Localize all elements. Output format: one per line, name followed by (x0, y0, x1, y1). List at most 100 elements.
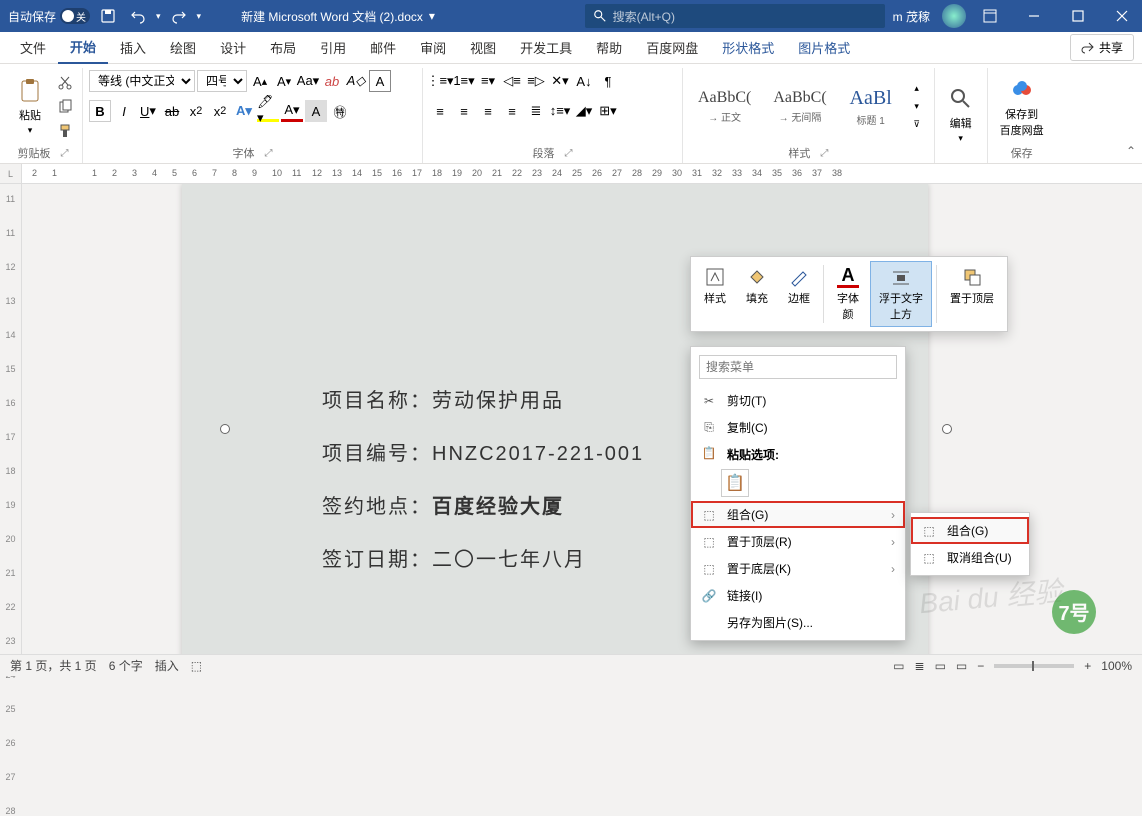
ctx-save-as-pic[interactable]: 另存为图片(S)... (691, 609, 905, 636)
tab-selector[interactable]: L (0, 164, 22, 183)
clear-format-button[interactable]: A◇ (345, 70, 367, 92)
tab-dev[interactable]: 开发工具 (508, 32, 584, 63)
tab-draw[interactable]: 绘图 (158, 32, 208, 63)
context-search[interactable] (699, 355, 897, 379)
enclose-char-button[interactable]: ㊕ (329, 100, 351, 122)
undo-dropdown-icon[interactable]: ▾ (156, 11, 161, 22)
ctx-cut[interactable]: ✂剪切(T) (691, 387, 905, 414)
tab-mailings[interactable]: 邮件 (358, 32, 408, 63)
ctx-group[interactable]: ⬚组合(G)› (691, 501, 905, 528)
view-read-button[interactable]: ≣ (915, 659, 925, 673)
numbering-button[interactable]: 1≡▾ (453, 70, 475, 92)
text-effects-button[interactable]: A▾ (233, 100, 255, 122)
increase-indent-button[interactable]: ≡▷ (525, 70, 547, 92)
minimize-button[interactable] (1014, 0, 1054, 32)
styles-launcher-icon[interactable]: ⤢ (820, 148, 828, 159)
view-focus-button[interactable]: ▭ (893, 659, 904, 673)
share-button[interactable]: 共享 (1070, 34, 1134, 61)
decrease-indent-button[interactable]: ◁≡ (501, 70, 523, 92)
editing-button[interactable]: 编辑 ▾ (941, 81, 981, 148)
mini-fill-button[interactable]: 填充 (737, 261, 777, 327)
strikethrough-button[interactable]: ab (161, 100, 183, 122)
mini-outline-button[interactable]: 边框 (779, 261, 819, 327)
view-print-button[interactable]: ▭ (935, 659, 946, 673)
align-left-button[interactable]: ≡ (429, 100, 451, 122)
mini-wrap-button[interactable]: 浮于文字 上方 (870, 261, 932, 327)
styles-down-icon[interactable]: ▾ (906, 99, 928, 115)
vertical-ruler[interactable]: 11111213141516171819202122232425262728 (0, 184, 22, 662)
submenu-group[interactable]: ⬚组合(G) (911, 517, 1029, 544)
show-marks-button[interactable]: ¶ (597, 70, 619, 92)
bold-button[interactable]: B (89, 100, 111, 122)
tab-baidu[interactable]: 百度网盘 (634, 32, 710, 63)
borders-button[interactable]: ⊞▾ (597, 100, 619, 122)
shading-button[interactable]: ◢▾ (573, 100, 595, 122)
zoom-in-button[interactable]: + (1084, 659, 1091, 673)
tab-insert[interactable]: 插入 (108, 32, 158, 63)
justify-button[interactable]: ≡ (501, 100, 523, 122)
phonetic-guide-button[interactable]: ab (321, 70, 343, 92)
tab-view[interactable]: 视图 (458, 32, 508, 63)
decrease-font-button[interactable]: A▾ (273, 70, 295, 92)
sort-button[interactable]: A↓ (573, 70, 595, 92)
ribbon-mode-button[interactable] (970, 0, 1010, 32)
ctx-copy[interactable]: ⎘复制(C) (691, 414, 905, 441)
redo-icon[interactable] (167, 4, 191, 28)
tab-references[interactable]: 引用 (308, 32, 358, 63)
selection-handle-left[interactable] (220, 424, 230, 434)
font-family-select[interactable]: 等线 (中文正文) (89, 70, 195, 92)
autosave-toggle[interactable]: 自动保存 关 (8, 8, 90, 25)
ctx-paste-option[interactable]: 📋 (721, 469, 749, 497)
mini-font-color-button[interactable]: A字体 颜 (828, 261, 868, 327)
tab-layout[interactable]: 布局 (258, 32, 308, 63)
bullets-button[interactable]: ⋮≡▾ (429, 70, 451, 92)
view-web-button[interactable]: ▭ (956, 659, 967, 673)
char-border-button[interactable]: A (369, 70, 391, 92)
search-box[interactable]: 搜索(Alt+Q) (585, 4, 885, 28)
context-search-input[interactable] (699, 355, 897, 379)
horizontal-ruler[interactable]: 2112345678910111213141516171819202122232… (22, 164, 1142, 183)
paste-button[interactable]: 粘贴 ▾ (10, 73, 50, 140)
style-normal[interactable]: AaBbC( → 正文 (689, 82, 760, 131)
tab-review[interactable]: 审阅 (408, 32, 458, 63)
superscript-button[interactable]: x2 (209, 100, 231, 122)
tab-shape-format[interactable]: 形状格式 (710, 32, 786, 63)
cut-button[interactable] (54, 72, 76, 94)
document-title[interactable]: 新建 Microsoft Word 文档 (2).docx (241, 8, 423, 25)
font-launcher-icon[interactable]: ⤢ (265, 148, 273, 159)
style-nospacing[interactable]: AaBbC( → 无间隔 (764, 82, 835, 131)
maximize-button[interactable] (1058, 0, 1098, 32)
styles-more-icon[interactable]: ⊽ (906, 117, 928, 133)
undo-icon[interactable] (126, 4, 150, 28)
styles-up-icon[interactable]: ▴ (906, 81, 928, 97)
title-dropdown-icon[interactable]: ▾ (429, 9, 435, 23)
user-name[interactable]: m 茂稼 (885, 8, 938, 25)
highlight-button[interactable]: 🖊▾ (257, 100, 279, 122)
ctx-send-back[interactable]: ⬚置于底层(K)› (691, 555, 905, 582)
tab-picture-format[interactable]: 图片格式 (786, 32, 862, 63)
char-shading-button[interactable]: A (305, 100, 327, 122)
distribute-button[interactable]: ≣ (525, 100, 547, 122)
increase-font-button[interactable]: A▴ (249, 70, 271, 92)
status-words[interactable]: 6 个字 (109, 657, 143, 674)
copy-button[interactable] (54, 96, 76, 118)
ctx-bring-front[interactable]: ⬚置于顶层(R)› (691, 528, 905, 555)
submenu-ungroup[interactable]: ⬚取消组合(U) (911, 544, 1029, 571)
collapse-ribbon-icon[interactable]: ⌃ (1126, 144, 1136, 158)
status-mode[interactable]: 插入 (155, 657, 179, 674)
font-size-select[interactable]: 四号 (197, 70, 247, 92)
clipboard-launcher-icon[interactable]: ⤢ (61, 148, 69, 159)
selection-handle-right[interactable] (942, 424, 952, 434)
paragraph-launcher-icon[interactable]: ⤢ (565, 148, 573, 159)
tab-help[interactable]: 帮助 (584, 32, 634, 63)
change-case-button[interactable]: Aa▾ (297, 70, 319, 92)
asian-layout-button[interactable]: ✕▾ (549, 70, 571, 92)
mini-bring-front-button[interactable]: 置于顶层 (941, 261, 1003, 327)
status-page[interactable]: 第 1 页，共 1 页 (10, 657, 97, 674)
zoom-out-button[interactable]: − (977, 659, 984, 673)
tab-home[interactable]: 开始 (58, 31, 108, 64)
ctx-link[interactable]: 🔗链接(I) (691, 582, 905, 609)
underline-button[interactable]: U▾ (137, 100, 159, 122)
save-icon[interactable] (96, 4, 120, 28)
user-avatar[interactable] (942, 4, 966, 28)
